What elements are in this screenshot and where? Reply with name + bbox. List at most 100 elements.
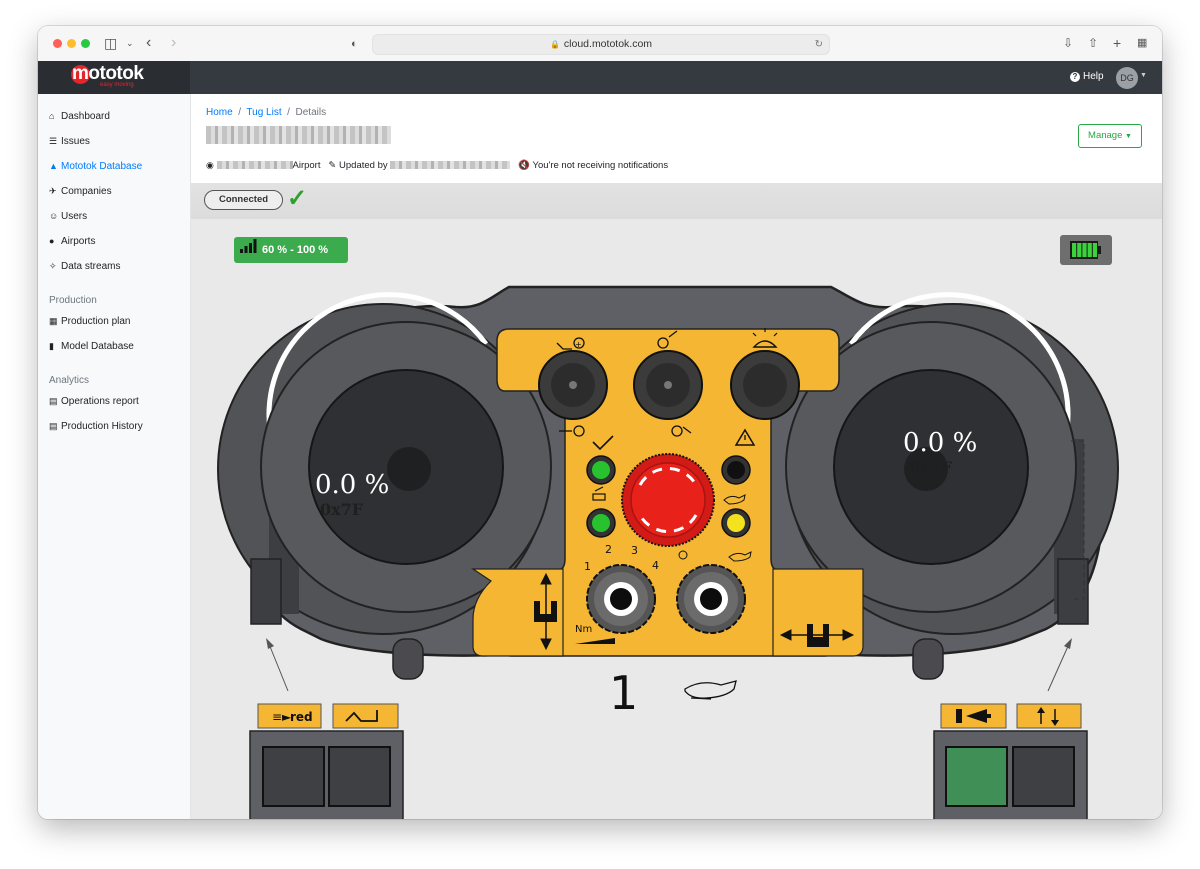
privacy-shield-icon[interactable]: ◐ <box>351 36 358 52</box>
speed-position-4: 4 <box>652 559 659 572</box>
plane-icon: ✈ <box>49 186 57 196</box>
chevron-down-icon[interactable]: ▼ <box>1140 72 1147 79</box>
right-joystick-value: 0.0 % <box>903 428 977 458</box>
forward-icon[interactable]: › <box>171 35 176 51</box>
sidebar-item-issues[interactable]: ☰ Issues <box>49 136 90 147</box>
map-marker-icon: ◉ <box>206 160 214 170</box>
reload-icon[interactable]: ↻ <box>815 35 823 54</box>
breadcrumb-home[interactable]: Home <box>206 107 233 118</box>
share-icon[interactable]: ⇧ <box>1088 35 1098 51</box>
home-icon: ⌂ <box>49 111 55 121</box>
rotary-knob-1[interactable] <box>538 350 608 420</box>
sidebar-item-production-history[interactable]: ▤ Production History <box>49 421 143 432</box>
right-pointer-arrowhead <box>1064 638 1072 649</box>
page-header: Home / Tug List / Details ◉ Airport ✎ Up… <box>191 94 1162 184</box>
sidebar-item-label: Mototok Database <box>61 161 143 172</box>
sidebar-item-data-streams[interactable]: ✧ Data streams <box>49 261 120 272</box>
speed-selector-knob[interactable] <box>586 564 656 634</box>
breadcrumb-tug-list[interactable]: Tug List <box>246 107 281 118</box>
remote-svg: 0.0 % 0x7F 0.0 % 0x7F + 1 2 3 4 Nm 1 ≡► … <box>217 285 1119 819</box>
right-button-2[interactable] <box>1012 746 1075 807</box>
close-window-button[interactable] <box>53 39 62 48</box>
breadcrumb: Home / Tug List / Details <box>206 107 326 118</box>
zoom-window-button[interactable] <box>81 39 90 48</box>
right-joystick-code: 0x7F <box>909 458 953 477</box>
sidebar-item-companies[interactable]: ✈ Companies <box>49 186 112 197</box>
sidebar-item-label: Dashboard <box>61 111 110 122</box>
graduation-cap-icon: ▲ <box>49 161 58 171</box>
remote-control-view: 60 % - 100 % 0.0 % 0x7F 0.0 % 0x7F + 1 2… <box>191 219 1162 819</box>
map-marker-icon: ● <box>49 236 55 246</box>
tab-overview-icon[interactable]: ▦ <box>1137 35 1147 51</box>
updated-by-redacted <box>390 161 511 170</box>
breadcrumb-details: Details <box>295 107 327 118</box>
download-icon[interactable]: ⇩ <box>1063 35 1073 51</box>
manage-dropdown-button[interactable]: Manage ▼ <box>1078 124 1142 148</box>
address-bar[interactable]: 🔒 cloud.mototok.com ↻ <box>372 34 830 55</box>
rotary-knob-3[interactable] <box>730 350 800 420</box>
new-tab-icon[interactable]: + <box>1113 35 1121 51</box>
right-button-group <box>933 703 1088 819</box>
mute-icon: 🔇 <box>518 160 531 171</box>
connected-badge: Connected <box>204 190 283 210</box>
sidebar-item-airports[interactable]: ● Airports <box>49 236 95 247</box>
sidebar-item-label: Airports <box>61 236 96 247</box>
left-button-1[interactable] <box>262 746 325 807</box>
right-button-1[interactable] <box>945 746 1008 807</box>
pencil-icon: ✎ <box>328 160 337 171</box>
back-icon[interactable]: ‹ <box>146 35 151 51</box>
sidebar-item-model-database[interactable]: ▮ Model Database <box>49 341 134 352</box>
avatar[interactable]: DG <box>1116 67 1138 89</box>
help-label: Help <box>1083 71 1104 82</box>
notifications-label: You're not receiving notifications <box>532 160 669 171</box>
breadcrumb-separator: / <box>284 107 296 118</box>
rotary-knob-2[interactable] <box>633 350 703 420</box>
sidebar-item-dashboard[interactable]: ⌂ Dashboard <box>49 111 110 122</box>
sidebar-item-label: Issues <box>61 136 90 147</box>
brand-logo[interactable]: mototok easy moving <box>38 61 190 94</box>
help-icon: ? <box>1070 72 1080 82</box>
torque-label: Nm <box>575 624 592 635</box>
sidebar-item-label: Production History <box>61 421 143 432</box>
airport-label: Airport <box>292 160 321 171</box>
sidebar-item-label: Data streams <box>61 261 121 272</box>
left-joystick-center <box>387 447 431 491</box>
secondary-selector-knob[interactable] <box>676 564 746 634</box>
chevron-down-icon[interactable]: ⌄ <box>126 35 134 51</box>
sidebar-item-users[interactable]: ☺ Users <box>49 211 87 222</box>
sidebar-toggle-icon[interactable]: ◫ <box>104 35 117 51</box>
chevron-down-icon: ▼ <box>1125 133 1132 140</box>
document-icon: ▤ <box>49 421 58 431</box>
sidebar-item-label: Model Database <box>61 341 134 352</box>
mode-number: 1 <box>609 666 638 720</box>
left-pointer-arrowhead <box>266 638 274 649</box>
status-led-green-2-lamp <box>592 514 610 532</box>
sidebar-item-label: Operations report <box>61 396 139 407</box>
breadcrumb-separator: / <box>235 107 247 118</box>
sidebar-item-production-plan[interactable]: ▦ Production plan <box>49 316 131 327</box>
emergency-stop-button[interactable] <box>630 462 706 538</box>
lock-icon: 🔒 <box>549 40 560 49</box>
manage-label: Manage <box>1088 130 1123 141</box>
left-button-2[interactable] <box>328 746 391 807</box>
sidebar-item-label: Companies <box>61 186 112 197</box>
help-link[interactable]: ? Help <box>1070 71 1104 82</box>
sidebar-heading-production: Production <box>49 295 97 306</box>
user-icon: ☺ <box>49 211 59 221</box>
svg-text:+: + <box>575 340 582 349</box>
sidebar-item-operations-report[interactable]: ▤ Operations report <box>49 396 139 407</box>
sidebar-item-label: Production plan <box>61 316 131 327</box>
warning-led-lamp <box>727 461 745 479</box>
page-title-redacted <box>206 126 391 144</box>
right-pointer-arrow <box>1047 643 1070 692</box>
minimize-window-button[interactable] <box>67 39 76 48</box>
left-button-1-label: red <box>290 710 313 724</box>
connection-status-bar: Connected ✓ <box>191 183 1162 219</box>
left-pointer-arrow <box>268 643 289 692</box>
speed-position-3: 3 <box>631 544 638 557</box>
database-icon: ▮ <box>49 341 54 351</box>
left-joystick-code: 0x7F <box>320 500 364 519</box>
sidebar-item-mototok-database[interactable]: ▲ Mototok Database <box>49 161 142 172</box>
status-led-green-1-lamp <box>592 461 610 479</box>
right-foot <box>912 638 944 680</box>
